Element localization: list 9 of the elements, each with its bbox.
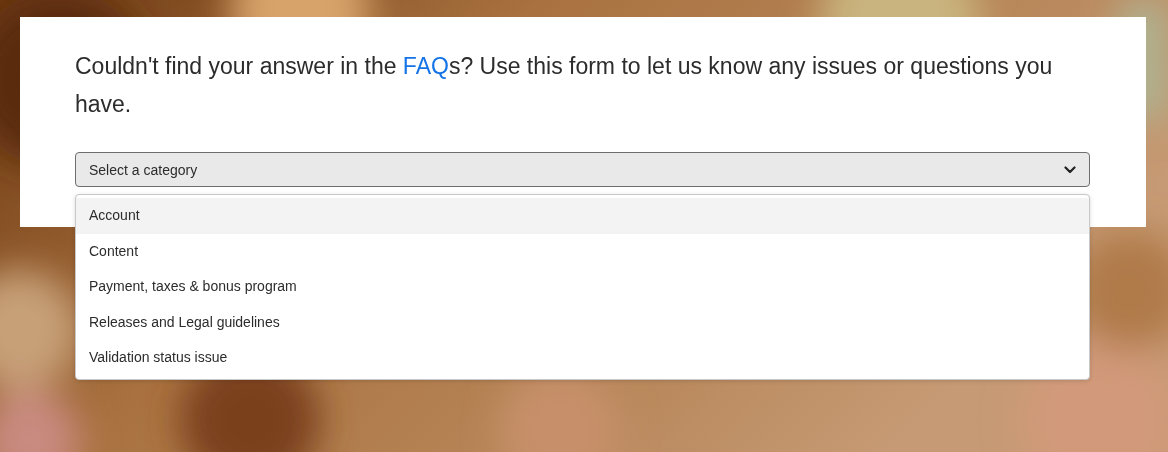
menu-option[interactable]: Content [76, 233, 1089, 269]
category-select[interactable]: Select a category [75, 152, 1090, 187]
intro-text: Couldn't find your answer in the FAQs? Use this form to let us know any issues or questions you have. [75, 52, 1054, 119]
chevron-down-icon [1064, 165, 1076, 174]
menu-option[interactable]: Account [76, 198, 1089, 234]
menu-option[interactable]: Payment, taxes & bonus program [76, 269, 1089, 305]
menu-option[interactable]: Validation status issue [76, 340, 1089, 376]
faq-link[interactable]: FAQ [402, 53, 449, 79]
menu-option[interactable]: Releases and Legal guidelines [76, 304, 1089, 340]
